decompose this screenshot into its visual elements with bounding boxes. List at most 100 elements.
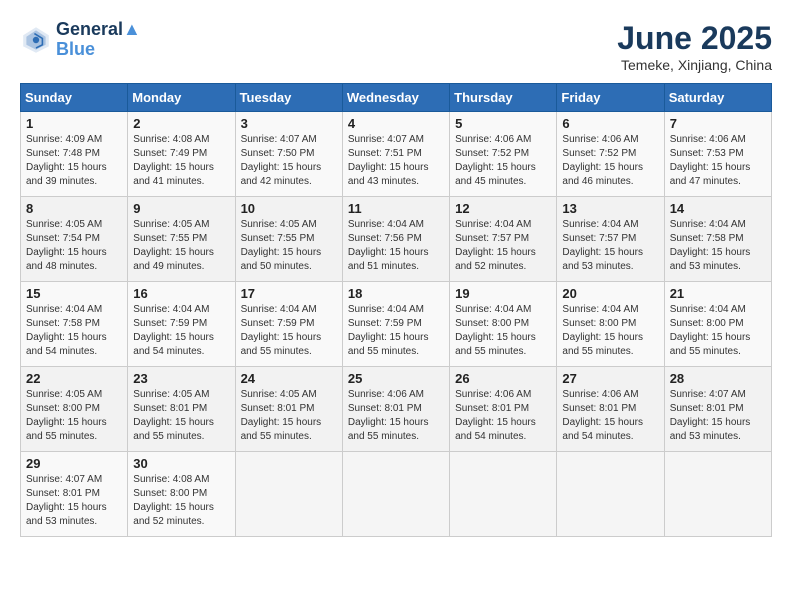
day-number: 7 xyxy=(670,116,766,131)
weekday-header-tuesday: Tuesday xyxy=(235,84,342,112)
day-number: 28 xyxy=(670,371,766,386)
calendar-cell: 28 Sunrise: 4:07 AM Sunset: 8:01 PM Dayli… xyxy=(664,367,771,452)
day-number: 13 xyxy=(562,201,658,216)
calendar-cell: 2 Sunrise: 4:08 AM Sunset: 7:49 PM Daylig… xyxy=(128,112,235,197)
calendar-cell: 14 Sunrise: 4:04 AM Sunset: 7:58 PM Dayli… xyxy=(664,197,771,282)
day-info: Sunrise: 4:06 AM Sunset: 8:01 PM Dayligh… xyxy=(562,388,658,444)
day-number: 19 xyxy=(455,286,551,301)
day-info: Sunrise: 4:04 AM Sunset: 7:58 PM Dayligh… xyxy=(670,218,766,274)
day-info: Sunrise: 4:04 AM Sunset: 7:59 PM Dayligh… xyxy=(133,303,229,359)
calendar-cell xyxy=(235,452,342,537)
calendar-cell: 23 Sunrise: 4:05 AM Sunset: 8:01 PM Dayli… xyxy=(128,367,235,452)
calendar-cell: 1 Sunrise: 4:09 AM Sunset: 7:48 PM Daylig… xyxy=(21,112,128,197)
day-info: Sunrise: 4:06 AM Sunset: 8:01 PM Dayligh… xyxy=(348,388,444,444)
day-info: Sunrise: 4:04 AM Sunset: 7:57 PM Dayligh… xyxy=(562,218,658,274)
calendar-cell: 29 Sunrise: 4:07 AM Sunset: 8:01 PM Dayli… xyxy=(21,452,128,537)
month-title: June 2025 xyxy=(617,20,772,57)
day-number: 29 xyxy=(26,456,122,471)
day-info: Sunrise: 4:07 AM Sunset: 7:50 PM Dayligh… xyxy=(241,133,337,189)
day-info: Sunrise: 4:04 AM Sunset: 7:57 PM Dayligh… xyxy=(455,218,551,274)
day-number: 2 xyxy=(133,116,229,131)
calendar-body: 1 Sunrise: 4:09 AM Sunset: 7:48 PM Daylig… xyxy=(21,112,772,537)
day-number: 18 xyxy=(348,286,444,301)
calendar-cell: 9 Sunrise: 4:05 AM Sunset: 7:55 PM Daylig… xyxy=(128,197,235,282)
calendar-week-1: 1 Sunrise: 4:09 AM Sunset: 7:48 PM Daylig… xyxy=(21,112,772,197)
day-info: Sunrise: 4:04 AM Sunset: 8:00 PM Dayligh… xyxy=(670,303,766,359)
logo: General▲ Blue xyxy=(20,20,141,60)
day-info: Sunrise: 4:06 AM Sunset: 7:52 PM Dayligh… xyxy=(455,133,551,189)
calendar-cell: 22Sunrise: 4:05 AM Sunset: 8:00 PM Dayli… xyxy=(21,367,128,452)
weekday-header-monday: Monday xyxy=(128,84,235,112)
calendar-cell: 8 Sunrise: 4:05 AM Sunset: 7:54 PM Daylig… xyxy=(21,197,128,282)
day-number: 10 xyxy=(241,201,337,216)
day-info: Sunrise: 4:05 AM Sunset: 7:54 PM Dayligh… xyxy=(26,218,122,274)
calendar-cell: 30Sunrise: 4:08 AM Sunset: 8:00 PM Dayli… xyxy=(128,452,235,537)
day-number: 9 xyxy=(133,201,229,216)
day-number: 24 xyxy=(241,371,337,386)
day-info: Sunrise: 4:07 AM Sunset: 7:51 PM Dayligh… xyxy=(348,133,444,189)
weekday-header-sunday: Sunday xyxy=(21,84,128,112)
logo-text: General▲ Blue xyxy=(56,20,141,60)
calendar-week-3: 15 Sunrise: 4:04 AM Sunset: 7:58 PM Dayli… xyxy=(21,282,772,367)
day-info: Sunrise: 4:05 AM Sunset: 7:55 PM Dayligh… xyxy=(133,218,229,274)
calendar-cell: 20 Sunrise: 4:04 AM Sunset: 8:00 PM Dayli… xyxy=(557,282,664,367)
calendar-table: SundayMondayTuesdayWednesdayThursdayFrid… xyxy=(20,83,772,537)
day-info: Sunrise: 4:04 AM Sunset: 7:58 PM Dayligh… xyxy=(26,303,122,359)
day-number: 15 xyxy=(26,286,122,301)
calendar-cell: 25 Sunrise: 4:06 AM Sunset: 8:01 PM Dayli… xyxy=(342,367,449,452)
calendar-cell: 17 Sunrise: 4:04 AM Sunset: 7:59 PM Dayli… xyxy=(235,282,342,367)
day-info: Sunrise: 4:07 AM Sunset: 8:01 PM Dayligh… xyxy=(26,473,122,529)
calendar-cell xyxy=(557,452,664,537)
day-number: 27 xyxy=(562,371,658,386)
page-header: General▲ Blue June 2025 Temeke, Xinjiang… xyxy=(20,20,772,73)
calendar-cell xyxy=(664,452,771,537)
calendar-cell: 15 Sunrise: 4:04 AM Sunset: 7:58 PM Dayli… xyxy=(21,282,128,367)
day-number: 6 xyxy=(562,116,658,131)
calendar-cell: 26Sunrise: 4:06 AM Sunset: 8:01 PM Dayli… xyxy=(450,367,557,452)
day-number: 4 xyxy=(348,116,444,131)
day-info: Sunrise: 4:06 AM Sunset: 7:53 PM Dayligh… xyxy=(670,133,766,189)
calendar-cell: 11Sunrise: 4:04 AM Sunset: 7:56 PM Dayli… xyxy=(342,197,449,282)
calendar-cell: 4 Sunrise: 4:07 AM Sunset: 7:51 PM Daylig… xyxy=(342,112,449,197)
weekday-header-row: SundayMondayTuesdayWednesdayThursdayFrid… xyxy=(21,84,772,112)
weekday-header-wednesday: Wednesday xyxy=(342,84,449,112)
day-info: Sunrise: 4:04 AM Sunset: 7:59 PM Dayligh… xyxy=(241,303,337,359)
day-info: Sunrise: 4:04 AM Sunset: 7:59 PM Dayligh… xyxy=(348,303,444,359)
calendar-cell: 12 Sunrise: 4:04 AM Sunset: 7:57 PM Dayli… xyxy=(450,197,557,282)
day-number: 16 xyxy=(133,286,229,301)
day-number: 3 xyxy=(241,116,337,131)
day-info: Sunrise: 4:05 AM Sunset: 8:01 PM Dayligh… xyxy=(133,388,229,444)
day-number: 23 xyxy=(133,371,229,386)
location-title: Temeke, Xinjiang, China xyxy=(617,57,772,73)
calendar-cell: 7 Sunrise: 4:06 AM Sunset: 7:53 PM Daylig… xyxy=(664,112,771,197)
calendar-cell: 3 Sunrise: 4:07 AM Sunset: 7:50 PM Daylig… xyxy=(235,112,342,197)
day-number: 1 xyxy=(26,116,122,131)
calendar-cell: 27 Sunrise: 4:06 AM Sunset: 8:01 PM Dayli… xyxy=(557,367,664,452)
day-info: Sunrise: 4:07 AM Sunset: 8:01 PM Dayligh… xyxy=(670,388,766,444)
calendar-cell: 5 Sunrise: 4:06 AM Sunset: 7:52 PM Daylig… xyxy=(450,112,557,197)
calendar-cell: 13 Sunrise: 4:04 AM Sunset: 7:57 PM Dayli… xyxy=(557,197,664,282)
day-number: 17 xyxy=(241,286,337,301)
day-info: Sunrise: 4:04 AM Sunset: 8:00 PM Dayligh… xyxy=(562,303,658,359)
weekday-header-thursday: Thursday xyxy=(450,84,557,112)
day-number: 20 xyxy=(562,286,658,301)
calendar-cell: 21 Sunrise: 4:04 AM Sunset: 8:00 PM Dayli… xyxy=(664,282,771,367)
weekday-header-saturday: Saturday xyxy=(664,84,771,112)
weekday-header-friday: Friday xyxy=(557,84,664,112)
day-number: 12 xyxy=(455,201,551,216)
day-number: 14 xyxy=(670,201,766,216)
calendar-cell: 16 Sunrise: 4:04 AM Sunset: 7:59 PM Dayli… xyxy=(128,282,235,367)
day-number: 30 xyxy=(133,456,229,471)
day-info: Sunrise: 4:09 AM Sunset: 7:48 PM Dayligh… xyxy=(26,133,122,189)
day-info: Sunrise: 4:05 AM Sunset: 8:00 PM Dayligh… xyxy=(26,388,122,444)
day-info: Sunrise: 4:08 AM Sunset: 7:49 PM Dayligh… xyxy=(133,133,229,189)
calendar-week-4: 22Sunrise: 4:05 AM Sunset: 8:00 PM Dayli… xyxy=(21,367,772,452)
calendar-week-5: 29 Sunrise: 4:07 AM Sunset: 8:01 PM Dayli… xyxy=(21,452,772,537)
day-number: 11 xyxy=(348,201,444,216)
day-number: 8 xyxy=(26,201,122,216)
calendar-cell: 24Sunrise: 4:05 AM Sunset: 8:01 PM Dayli… xyxy=(235,367,342,452)
day-number: 21 xyxy=(670,286,766,301)
day-number: 5 xyxy=(455,116,551,131)
day-number: 26 xyxy=(455,371,551,386)
day-number: 25 xyxy=(348,371,444,386)
